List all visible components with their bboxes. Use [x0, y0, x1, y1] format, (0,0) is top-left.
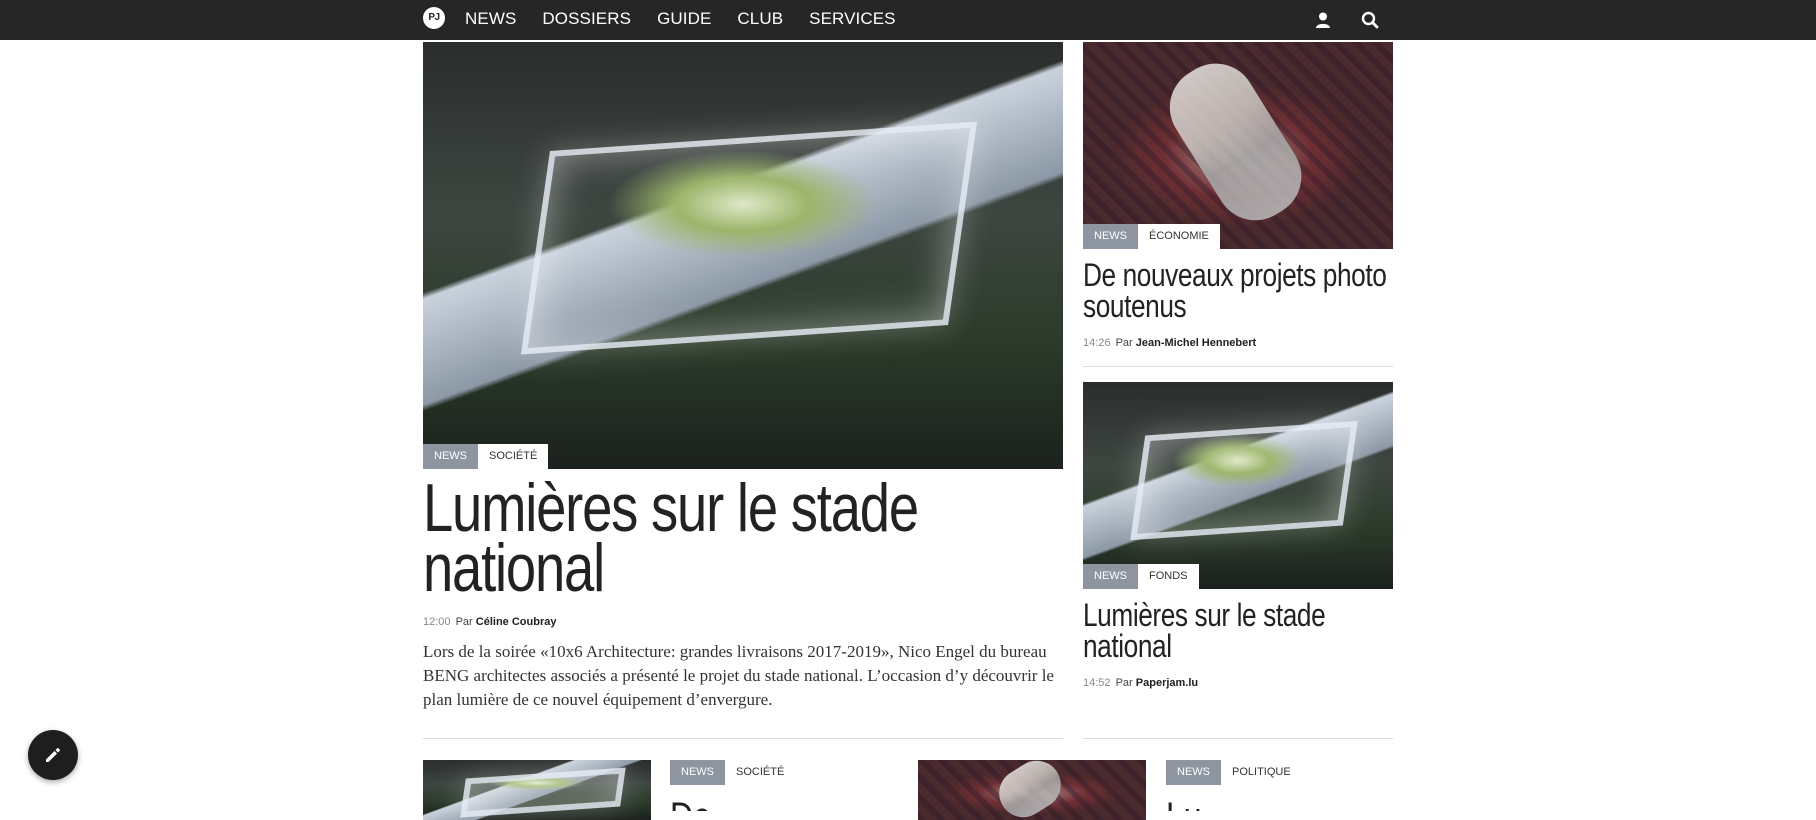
nav-item-news[interactable]: NEWS — [465, 0, 516, 40]
tag-category[interactable]: SOCIÉTÉ — [725, 760, 796, 785]
tag-news[interactable]: NEWS — [423, 444, 478, 469]
user-icon[interactable] — [1313, 10, 1333, 30]
article-author[interactable]: Céline Coubray — [476, 616, 557, 628]
featured-article-title[interactable]: Lumières sur le stade national — [423, 474, 1047, 602]
side-article-title[interactable]: De nouveaux projets photo soutenus — [1083, 259, 1395, 322]
divider — [423, 738, 1063, 739]
divider — [1083, 738, 1393, 739]
logo[interactable]: PJ — [423, 7, 445, 29]
tag-news[interactable]: NEWS — [1083, 224, 1138, 249]
side-article-tags: NEWS ÉCONOMIE — [1083, 224, 1220, 249]
pencil-icon — [46, 748, 60, 762]
bottom-article-title[interactable]: De — [670, 795, 711, 811]
featured-article-image[interactable] — [423, 42, 1063, 469]
article-by-label: Par — [455, 616, 473, 628]
tag-category[interactable]: ÉCONOMIE — [1138, 224, 1220, 249]
featured-article-tags: NEWS SOCIÉTÉ — [423, 444, 549, 469]
tag-news[interactable]: NEWS — [1083, 564, 1138, 589]
search-icon[interactable] — [1360, 10, 1380, 30]
article-author[interactable]: Paperjam.lu — [1136, 677, 1198, 689]
divider — [1083, 366, 1393, 367]
nav-item-services[interactable]: SERVICES — [809, 0, 895, 40]
tag-category[interactable]: SOCIÉTÉ — [478, 444, 549, 469]
tag-category[interactable]: FONDS — [1138, 564, 1199, 589]
article-by-label: Par — [1115, 337, 1133, 349]
bottom-article-image[interactable] — [918, 760, 1146, 820]
nav-item-dossiers[interactable]: DOSSIERS — [542, 0, 631, 40]
article-time: 12:00 — [423, 616, 451, 628]
bottom-article-title[interactable]: Lu — [1166, 795, 1202, 811]
tag-category[interactable]: POLITIQUE — [1221, 760, 1302, 785]
side-article-image[interactable] — [1083, 42, 1393, 249]
edit-button[interactable] — [28, 730, 78, 780]
side-article-meta: 14:52 Par Paperjam.lu — [1083, 677, 1198, 689]
bottom-article-tags: NEWS POLITIQUE — [1166, 760, 1302, 785]
side-article-title[interactable]: Lumières sur le stade national — [1083, 599, 1395, 662]
article-by-label: Par — [1115, 677, 1133, 689]
side-article-tags: NEWS FONDS — [1083, 564, 1199, 589]
main-nav: NEWS DOSSIERS GUIDE CLUB SERVICES — [465, 0, 922, 40]
top-navigation-bar: PJ NEWS DOSSIERS GUIDE CLUB SERVICES — [0, 0, 1816, 40]
nav-item-guide[interactable]: GUIDE — [657, 0, 711, 40]
featured-article-meta: 12:00 Par Céline Coubray — [423, 616, 556, 628]
article-time: 14:52 — [1083, 677, 1111, 689]
article-author[interactable]: Jean-Michel Hennebert — [1136, 337, 1256, 349]
side-article-image[interactable] — [1083, 382, 1393, 589]
nav-item-club[interactable]: CLUB — [737, 0, 783, 40]
side-article-meta: 14:26 Par Jean-Michel Hennebert — [1083, 337, 1256, 349]
tag-news[interactable]: NEWS — [1166, 760, 1221, 785]
bottom-article-tags: NEWS SOCIÉTÉ — [670, 760, 796, 785]
bottom-article-image[interactable] — [423, 760, 651, 820]
article-time: 14:26 — [1083, 337, 1111, 349]
featured-article-excerpt: Lors de la soirée «10x6 Architecture: gr… — [423, 642, 1054, 709]
tag-news[interactable]: NEWS — [670, 760, 725, 785]
